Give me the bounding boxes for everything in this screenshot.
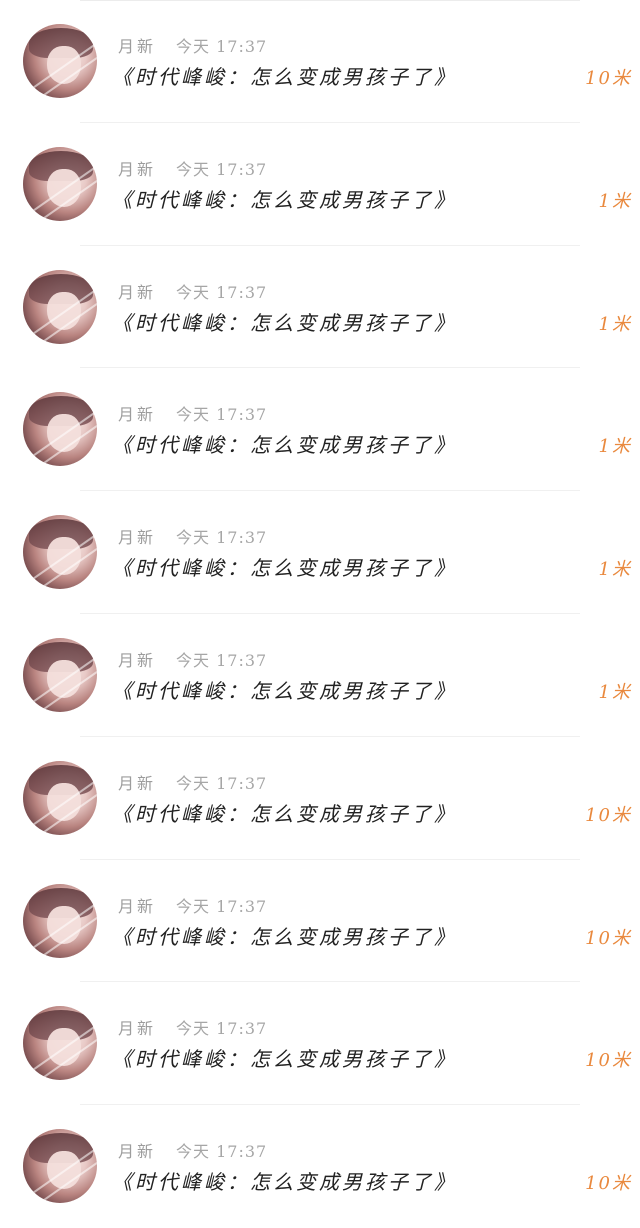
timestamp: 今天 17:37 (176, 650, 268, 670)
item-meta: 月新 今天 17:37 (118, 1016, 267, 1038)
list-item[interactable]: 月新 今天 17:37 《时代峰峻：怎么变成男孩子了》 10米 (0, 1105, 640, 1228)
author-name[interactable]: 月新 (118, 1138, 156, 1162)
item-title[interactable]: 《时代峰峻：怎么变成男孩子了》 (112, 185, 457, 215)
timestamp: 今天 17:37 (176, 37, 268, 56)
item-meta: 月新 今天 17:37 (118, 648, 267, 670)
item-title[interactable]: 《时代峰峻：怎么变成男孩子了》 (112, 799, 457, 829)
author-name[interactable]: 月新 (118, 893, 156, 917)
timestamp: 今天 17:37 (176, 1019, 268, 1039)
avatar[interactable] (23, 760, 97, 835)
avatar[interactable] (23, 269, 97, 344)
author-name[interactable]: 月新 (118, 156, 156, 180)
item-title[interactable]: 《时代峰峻：怎么变成男孩子了》 (112, 922, 457, 952)
item-meta: 月新 今天 17:37 (118, 771, 267, 793)
author-name[interactable]: 月新 (118, 524, 156, 548)
avatar[interactable] (23, 515, 97, 590)
item-meta: 月新 今天 17:37 (118, 402, 267, 424)
timestamp: 今天 17:37 (176, 896, 268, 916)
avatar[interactable] (23, 883, 97, 958)
item-meta: 月新 今天 17:37 (118, 34, 267, 56)
gift-count: 10米 (585, 68, 632, 89)
author-name[interactable]: 月新 (118, 647, 156, 671)
item-meta: 月新 今天 17:37 (118, 157, 267, 179)
avatar[interactable] (23, 637, 97, 712)
timestamp: 今天 17:37 (176, 773, 268, 793)
item-meta: 月新 今天 17:37 (118, 280, 267, 302)
avatar[interactable] (23, 392, 97, 467)
item-title[interactable]: 《时代峰峻：怎么变成男孩子了》 (112, 553, 457, 583)
list-item[interactable]: 月新 今天 17:37 《时代峰峻：怎么变成男孩子了》 1米 (0, 123, 640, 246)
timestamp: 今天 17:37 (176, 528, 268, 548)
message-list: 月新 今天 17:37 《时代峰峻：怎么变成男孩子了》 10米 月新 今天 17… (0, 0, 640, 1228)
list-item[interactable]: 月新 今天 17:37 《时代峰峻：怎么变成男孩子了》 10米 (0, 737, 640, 860)
list-item[interactable]: 月新 今天 17:37 《时代峰峻：怎么变成男孩子了》 1米 (0, 491, 640, 614)
author-name[interactable]: 月新 (118, 770, 156, 794)
gift-count: 1米 (598, 190, 632, 212)
list-item[interactable]: 月新 今天 17:37 《时代峰峻：怎么变成男孩子了》 10米 (0, 982, 640, 1105)
gift-count: 1米 (598, 436, 632, 458)
timestamp: 今天 17:37 (176, 405, 268, 425)
gift-count: 10米 (585, 927, 632, 949)
gift-count: 10米 (585, 1050, 632, 1072)
author-name[interactable]: 月新 (118, 401, 156, 425)
author-name[interactable]: 月新 (118, 1015, 156, 1039)
item-title[interactable]: 《时代峰峻：怎么变成男孩子了》 (112, 308, 457, 338)
timestamp: 今天 17:37 (176, 159, 268, 179)
item-meta: 月新 今天 17:37 (118, 1139, 267, 1161)
gift-count: 10米 (585, 1173, 632, 1195)
list-item[interactable]: 月新 今天 17:37 《时代峰峻：怎么变成男孩子了》 10米 (0, 860, 640, 983)
avatar[interactable] (23, 24, 97, 98)
list-item[interactable]: 月新 今天 17:37 《时代峰峻：怎么变成男孩子了》 1米 (0, 614, 640, 737)
item-meta: 月新 今天 17:37 (118, 894, 267, 916)
avatar[interactable] (23, 146, 97, 221)
author-name[interactable]: 月新 (118, 33, 156, 57)
item-meta: 月新 今天 17:37 (118, 525, 267, 547)
list-item[interactable]: 月新 今天 17:37 《时代峰峻：怎么变成男孩子了》 1米 (0, 246, 640, 369)
item-title[interactable]: 《时代峰峻：怎么变成男孩子了》 (112, 430, 457, 460)
timestamp: 今天 17:37 (176, 282, 268, 302)
gift-count: 10米 (585, 804, 632, 826)
item-title[interactable]: 《时代峰峻：怎么变成男孩子了》 (112, 1167, 457, 1197)
author-name[interactable]: 月新 (118, 279, 156, 303)
list-item[interactable]: 月新 今天 17:37 《时代峰峻：怎么变成男孩子了》 1米 (0, 368, 640, 491)
avatar[interactable] (23, 1006, 97, 1081)
avatar[interactable] (23, 1129, 97, 1204)
timestamp: 今天 17:37 (176, 1142, 268, 1162)
item-title[interactable]: 《时代峰峻：怎么变成男孩子了》 (112, 676, 457, 706)
gift-count: 1米 (598, 313, 632, 335)
gift-count: 1米 (598, 559, 632, 581)
list-item[interactable]: 月新 今天 17:37 《时代峰峻：怎么变成男孩子了》 10米 (0, 0, 640, 123)
item-title[interactable]: 《时代峰峻：怎么变成男孩子了》 (112, 62, 457, 92)
item-title[interactable]: 《时代峰峻：怎么变成男孩子了》 (112, 1044, 457, 1074)
gift-count: 1米 (598, 681, 632, 703)
